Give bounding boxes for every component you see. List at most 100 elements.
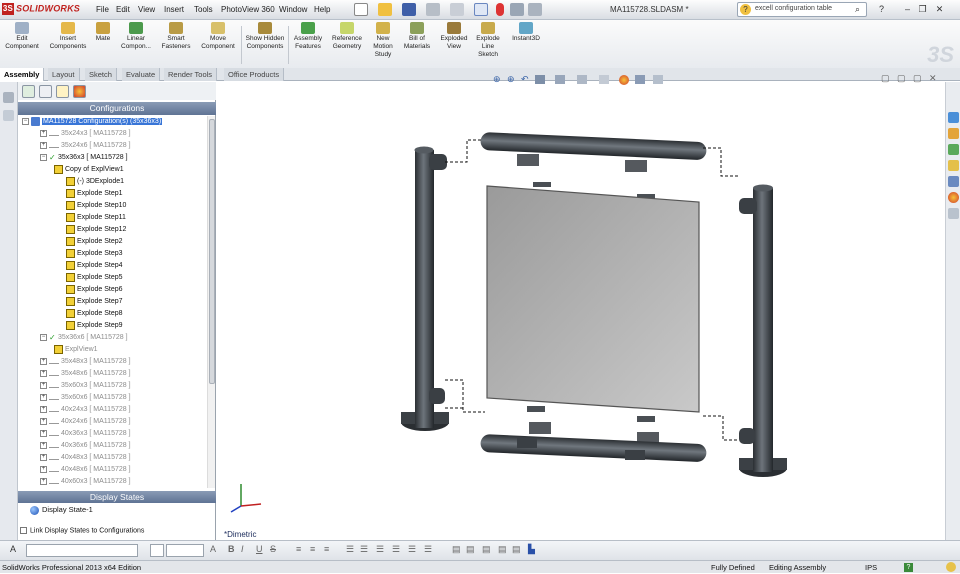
- tab-office-products[interactable]: Office Products: [224, 68, 285, 81]
- unit-system[interactable]: IPS: [865, 561, 877, 574]
- graphics-area[interactable]: ⊕ ⊕ ↶ ▢ ▢ ▢ ✕ *Dimetric: [217, 73, 945, 540]
- menu-photoview[interactable]: PhotoView 360: [221, 5, 275, 14]
- underline-icon[interactable]: U: [256, 544, 263, 554]
- menu-help[interactable]: Help: [314, 5, 330, 14]
- expand-toggle-icon[interactable]: +: [40, 141, 47, 149]
- configuration-tab-icon[interactable]: [56, 85, 69, 98]
- left-post[interactable]: [401, 146, 449, 432]
- menu-edit[interactable]: Edit: [116, 5, 130, 14]
- save-icon[interactable]: [402, 3, 416, 16]
- options-icon[interactable]: [528, 3, 542, 16]
- bill-of-materials-button[interactable]: Bill of Materials: [400, 22, 434, 51]
- expand-toggle-icon[interactable]: +: [40, 405, 47, 413]
- strikethrough-icon[interactable]: S: [270, 544, 276, 554]
- instant3d-button[interactable]: Instant3D: [506, 22, 546, 43]
- linear-pattern-button[interactable]: Linear Compon...: [116, 22, 156, 51]
- menu-window[interactable]: Window: [279, 5, 307, 14]
- expand-toggle-icon[interactable]: +: [40, 369, 47, 377]
- explode-step-item[interactable]: Explode Step4: [66, 260, 123, 272]
- design-library-icon[interactable]: [948, 128, 959, 139]
- indent-icon[interactable]: ☰: [376, 544, 384, 555]
- close-icon[interactable]: ✕: [934, 4, 945, 15]
- file-properties-icon[interactable]: [510, 3, 524, 16]
- expand-toggle-icon[interactable]: +: [40, 381, 47, 389]
- expand-toggle-icon[interactable]: +: [40, 417, 47, 425]
- appearances-icon[interactable]: [948, 176, 959, 187]
- configuration-item[interactable]: +35x24x6 [ MA115728 ]: [40, 140, 131, 152]
- open-folder-icon[interactable]: [378, 3, 392, 16]
- explode-step-item[interactable]: Explode Step1: [66, 188, 123, 200]
- show-hidden-components-button[interactable]: Show Hidden Components: [244, 22, 286, 51]
- resources-icon[interactable]: [948, 112, 959, 123]
- explode-step-item[interactable]: (-) 3DExplode1: [66, 176, 124, 188]
- expand-toggle-icon[interactable]: +: [40, 129, 47, 137]
- tab-sketch[interactable]: Sketch: [85, 68, 117, 81]
- tab-render-tools[interactable]: Render Tools: [164, 68, 218, 81]
- view-palette-icon[interactable]: [948, 160, 959, 171]
- property-manager-icon[interactable]: [3, 110, 14, 121]
- expand-toggle-icon[interactable]: +: [40, 477, 47, 485]
- explode-step-item[interactable]: Explode Step7: [66, 296, 123, 308]
- configuration-item[interactable]: +35x60x6 [ MA115728 ]: [40, 392, 131, 404]
- configuration-item[interactable]: +40x24x6 [ MA115728 ]: [40, 416, 131, 428]
- smart-fasteners-button[interactable]: Smart Fasteners: [158, 22, 194, 51]
- font-size-select[interactable]: [150, 544, 164, 557]
- list-icon[interactable]: ☰: [424, 544, 432, 555]
- select-arrow-icon[interactable]: [474, 3, 488, 16]
- expand-toggle-icon[interactable]: −: [40, 333, 47, 341]
- font-select[interactable]: [26, 544, 138, 557]
- right-post[interactable]: [739, 184, 787, 478]
- bottom-rail[interactable]: [480, 406, 707, 462]
- exploded-view-button[interactable]: Exploded View: [437, 22, 471, 51]
- configuration-item[interactable]: +40x36x6 [ MA115728 ]: [40, 440, 131, 452]
- configuration-item[interactable]: +35x60x3 [ MA115728 ]: [40, 380, 131, 392]
- feature-tree-tab-icon[interactable]: [22, 85, 35, 98]
- height-input[interactable]: [166, 544, 204, 557]
- layer-icon[interactable]: ▤: [452, 544, 461, 555]
- dimension-icon[interactable]: ▙: [528, 544, 535, 555]
- explode-step-item[interactable]: Explode Step12: [66, 224, 126, 236]
- explode-step-item[interactable]: Explode Step3: [66, 248, 123, 260]
- configuration-item[interactable]: +40x36x3 [ MA115728 ]: [40, 428, 131, 440]
- menu-view[interactable]: View: [138, 5, 155, 14]
- link-display-states-checkbox[interactable]: [20, 527, 27, 534]
- configuration-item[interactable]: +40x60x3 [ MA115728 ]: [40, 476, 131, 488]
- configuration-item[interactable]: +35x24x3 [ MA115728 ]: [40, 128, 131, 140]
- restore-icon[interactable]: ❐: [917, 4, 928, 15]
- explode-step-item[interactable]: Copy of ExplView1: [54, 164, 124, 176]
- line-color-icon[interactable]: ▤: [466, 544, 475, 555]
- configuration-item[interactable]: − ✓ 35x36x3 [ MA115728 ]: [40, 152, 128, 164]
- explode-step-item[interactable]: Explode Step9: [66, 320, 123, 332]
- reference-geometry-button[interactable]: Reference Geometry: [328, 22, 366, 51]
- tab-evaluate[interactable]: Evaluate: [122, 68, 161, 81]
- align-center-icon[interactable]: ≡: [310, 544, 315, 554]
- menu-tools[interactable]: Tools: [194, 5, 213, 14]
- align-right-icon[interactable]: ≡: [324, 544, 329, 554]
- display-state-item[interactable]: Display State-1: [30, 505, 93, 515]
- menu-file[interactable]: File: [96, 5, 109, 14]
- search-icon[interactable]: ⌕: [855, 4, 860, 15]
- new-document-icon[interactable]: [354, 3, 368, 16]
- scenes-icon[interactable]: [948, 192, 959, 203]
- outdent-icon[interactable]: ☰: [392, 544, 400, 555]
- tab-assembly[interactable]: Assembly: [0, 68, 45, 81]
- rebuild-icon[interactable]: [496, 3, 504, 16]
- configuration-item[interactable]: +40x48x6 [ MA115728 ]: [40, 464, 131, 476]
- configuration-item[interactable]: +35x48x3 [ MA115728 ]: [40, 356, 131, 368]
- search-input[interactable]: excell configuration table: [755, 5, 832, 12]
- edit-component-button[interactable]: Edit Component: [2, 22, 42, 51]
- configuration-item[interactable]: − ✓ 35x36x6 [ MA115728 ]: [40, 332, 128, 344]
- insert-components-button[interactable]: Insert Components: [46, 22, 90, 51]
- explode-step-item[interactable]: Explode Step10: [66, 200, 126, 212]
- quick-tips-icon[interactable]: [946, 562, 956, 572]
- solidworks-logo[interactable]: 3S SOLIDWORKS: [2, 3, 80, 17]
- spacing-icon[interactable]: ☰: [408, 544, 416, 555]
- link-display-states-option[interactable]: Link Display States to Configurations: [20, 527, 144, 534]
- bullets-icon[interactable]: ☰: [346, 544, 354, 555]
- italic-icon[interactable]: I: [241, 544, 244, 554]
- help-icon[interactable]: ?: [876, 4, 887, 15]
- custom-properties-icon[interactable]: [948, 208, 959, 219]
- feature-manager-icon[interactable]: [3, 92, 14, 103]
- tab-layout[interactable]: Layout: [48, 68, 80, 81]
- expand-toggle-icon[interactable]: −: [40, 153, 47, 161]
